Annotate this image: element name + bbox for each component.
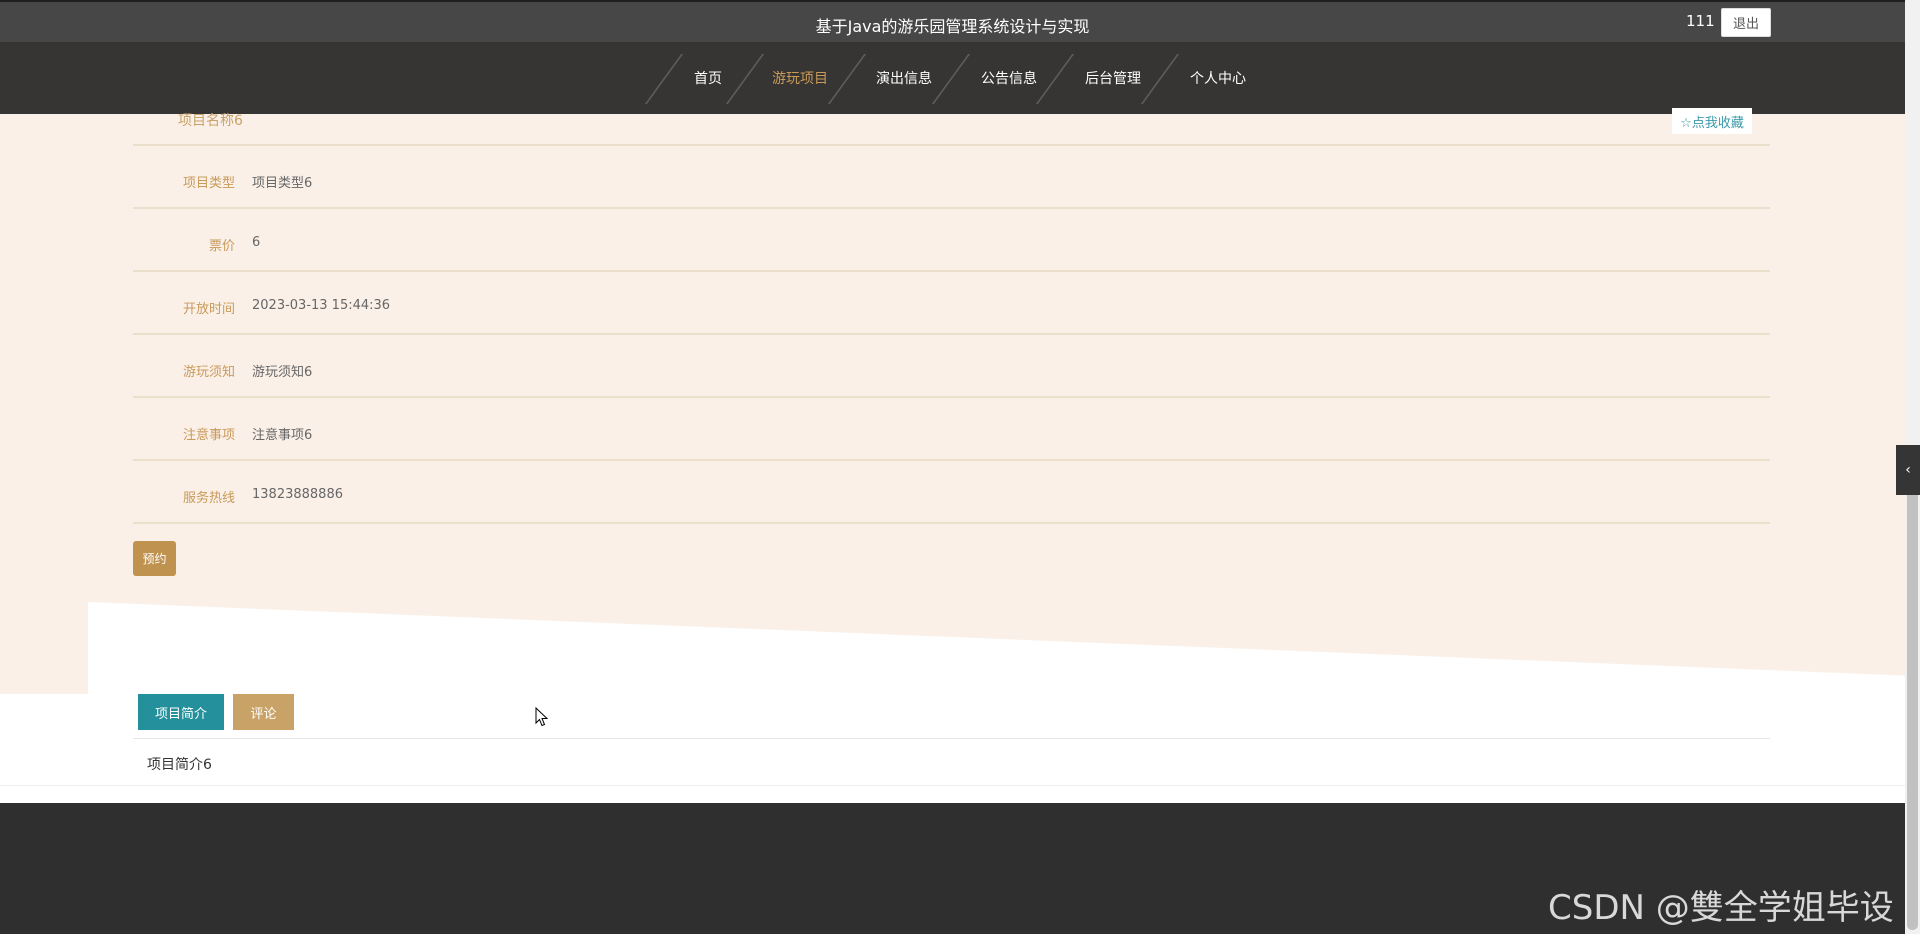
nav-item-profile[interactable]: 个人中心 xyxy=(1190,68,1246,88)
tab-divider xyxy=(133,738,1770,739)
row-divider xyxy=(133,396,1770,398)
nav-item-rides[interactable]: 游玩项目 xyxy=(772,68,828,88)
user-name: 111 xyxy=(1686,12,1715,30)
field-value-price: 6 xyxy=(252,235,261,250)
nav-divider xyxy=(1035,54,1075,104)
field-value-play-notice: 游玩须知6 xyxy=(252,365,313,380)
mouse-cursor-icon xyxy=(535,707,549,727)
main-nav: 首页 游玩项目 演出信息 公告信息 后台管理 个人中心 xyxy=(0,42,1905,114)
nav-divider xyxy=(1140,54,1180,104)
field-label-type: 项目类型 xyxy=(182,176,235,191)
reserve-button[interactable]: 预约 xyxy=(133,541,176,576)
tab-comments[interactable]: 评论 xyxy=(233,694,294,730)
tab-project-intro[interactable]: 项目简介 xyxy=(138,694,224,730)
field-label-open-time: 开放时间 xyxy=(182,302,235,317)
row-divider xyxy=(133,270,1770,272)
row-divider xyxy=(133,333,1770,335)
row-divider xyxy=(133,207,1770,209)
scrollbar-thumb[interactable] xyxy=(1907,490,1918,930)
app-root: 基于Java的游乐园管理系统设计与实现 111 退出 首页 游玩项目 演出信息 … xyxy=(0,0,1920,934)
nav-divider xyxy=(827,54,867,104)
row-divider xyxy=(133,459,1770,461)
field-label-precautions: 注意事项 xyxy=(182,428,235,443)
field-value-hotline: 13823888886 xyxy=(252,487,343,502)
field-label-play-notice: 游玩须知 xyxy=(182,365,235,380)
nav-item-shows[interactable]: 演出信息 xyxy=(876,68,932,88)
project-name: 项目名称6 xyxy=(178,113,243,129)
nav-divider xyxy=(644,54,684,104)
project-intro-content: 项目简介6 xyxy=(147,757,212,773)
field-label-hotline: 服务热线 xyxy=(182,491,235,506)
row-divider xyxy=(133,522,1770,524)
field-value-open-time: 2023-03-13 15:44:36 xyxy=(252,298,391,313)
favorite-button[interactable]: ☆点我收藏 xyxy=(1672,108,1752,134)
content-divider xyxy=(0,785,1905,786)
nav-divider xyxy=(725,54,765,104)
nav-divider xyxy=(931,54,971,104)
field-value-precautions: 注意事项6 xyxy=(252,428,313,443)
side-panel-toggle[interactable]: ‹ xyxy=(1896,445,1920,495)
logout-button[interactable]: 退出 xyxy=(1721,8,1771,37)
nav-item-home[interactable]: 首页 xyxy=(694,68,722,88)
site-title: 基于Java的游乐园管理系统设计与实现 xyxy=(815,17,1090,36)
watermark: CSDN @雙全学姐毕设 xyxy=(1548,888,1894,928)
nav-item-notices[interactable]: 公告信息 xyxy=(981,68,1037,88)
top-bar: 基于Java的游乐园管理系统设计与实现 111 退出 xyxy=(0,0,1905,42)
field-label-price: 票价 xyxy=(208,239,235,254)
nav-item-admin[interactable]: 后台管理 xyxy=(1085,68,1141,88)
row-divider xyxy=(133,144,1770,146)
project-detail-panel xyxy=(0,114,1905,694)
field-value-type: 项目类型6 xyxy=(252,176,313,191)
chevron-left-icon: ‹ xyxy=(1905,462,1911,478)
